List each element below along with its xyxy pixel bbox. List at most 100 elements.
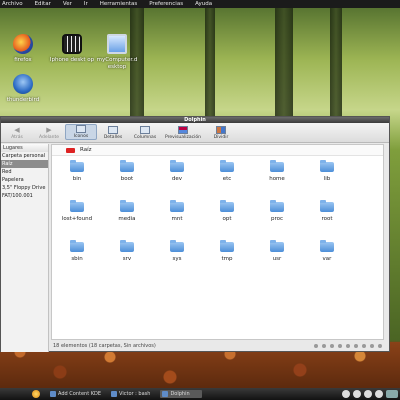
folder-label: sbin [71, 256, 83, 262]
folder-item[interactable]: etc [207, 160, 247, 182]
folder-item[interactable]: srv [107, 240, 147, 262]
forward-arrow-icon: ▶ [46, 126, 52, 134]
tray-icon[interactable] [353, 390, 361, 398]
folder-item[interactable]: sys [157, 240, 197, 262]
breadcrumb-root[interactable]: Raíz [80, 147, 92, 153]
task-add-content[interactable]: Add Content KDE [50, 391, 101, 397]
folder-label: mnt [171, 216, 183, 222]
folder-item[interactable]: root [307, 200, 347, 222]
folder-icon [320, 160, 334, 172]
breadcrumb[interactable]: Raíz [52, 145, 383, 156]
folder-item[interactable]: usr [257, 240, 297, 262]
kde-menu-icon[interactable] [32, 390, 40, 398]
folder-item[interactable]: tmp [207, 240, 247, 262]
firefox-icon [13, 34, 33, 54]
split-label: Dividir [213, 135, 229, 140]
folder-label: etc [222, 176, 232, 182]
place-fat-volume[interactable]: FAT/100.001 [1, 192, 48, 200]
dolphin-icon [162, 391, 169, 397]
file-view[interactable]: Raíz bin boot dev etc home lib lost+found media… [51, 144, 384, 340]
split-icon [216, 126, 226, 134]
task-label: Dolphin [170, 391, 190, 397]
folder-label: root [321, 216, 333, 222]
zoom-step [346, 344, 350, 348]
icons-view-icon [76, 125, 86, 133]
folder-label: tmp [221, 256, 233, 262]
folder-label: lost+found [61, 216, 93, 222]
desktop-icon-mycomputer[interactable]: myComputer.d esktop [94, 34, 140, 70]
folder-icon [170, 240, 184, 252]
menu-ayuda[interactable]: Ayuda [195, 1, 212, 7]
folder-item[interactable]: dev [157, 160, 197, 182]
columns-view-label: Columnas [133, 135, 157, 140]
tray-icon[interactable] [364, 390, 372, 398]
menu-archivo[interactable]: Archivo [2, 1, 23, 7]
folder-item[interactable]: mnt [157, 200, 197, 222]
place-trash[interactable]: Papelera [1, 176, 48, 184]
zoom-step [314, 344, 318, 348]
task-label: Add Content KDE [58, 391, 102, 397]
details-view-button[interactable]: Detalles [97, 126, 129, 140]
clock-icon[interactable] [386, 390, 398, 398]
folder-icon [70, 160, 84, 172]
menu-preferencias[interactable]: Preferencias [149, 1, 183, 7]
thunderbird-icon [13, 74, 33, 94]
folder-item[interactable]: proc [257, 200, 297, 222]
folder-item[interactable]: opt [207, 200, 247, 222]
place-home[interactable]: Carpeta personal [1, 152, 48, 160]
folder-item[interactable]: sbin [57, 240, 97, 262]
desktop-icon-label: firefox [14, 57, 32, 63]
forward-button[interactable]: ▶ Adelante [33, 126, 65, 140]
split-button[interactable]: Dividir [205, 126, 237, 140]
window-icon [50, 391, 56, 397]
desktop-icon-label: thunderbird [6, 97, 40, 103]
folder-item[interactable]: home [257, 160, 297, 182]
folder-item[interactable]: bin [57, 160, 97, 182]
folder-item[interactable]: var [307, 240, 347, 262]
task-dolphin[interactable]: Dolphin [160, 390, 202, 398]
menu-ver[interactable]: Ver [63, 1, 72, 7]
menu-ir[interactable]: Ir [84, 1, 88, 7]
places-header: Lugares [1, 144, 48, 152]
desktop-icon-iphone[interactable]: Iphone deskt op [49, 34, 95, 64]
zoom-step [362, 344, 366, 348]
preview-icon [178, 126, 188, 134]
menu-bar: Archivo Editar Ver Ir Herramientas Prefe… [0, 0, 400, 8]
place-root[interactable]: Raíz [1, 160, 48, 168]
preview-button[interactable]: Previsualización [161, 126, 205, 140]
desktop-icon-firefox[interactable]: firefox [0, 34, 46, 64]
folder-icon [320, 200, 334, 212]
folder-icon [270, 240, 284, 252]
task-konsole[interactable]: Victor : bash [111, 391, 150, 397]
place-floppy[interactable]: 3,5" Floppy Drive [1, 184, 48, 192]
back-arrow-icon: ◀ [14, 126, 20, 134]
back-button[interactable]: ◀ Atrás [1, 126, 33, 140]
folder-item[interactable]: lost+found [57, 200, 97, 222]
system-tray [339, 390, 398, 398]
taskbar: Add Content KDE Victor : bash Dolphin [0, 388, 400, 400]
place-network[interactable]: Red [1, 168, 48, 176]
zoom-step [338, 344, 342, 348]
menu-herramientas[interactable]: Herramientas [100, 1, 137, 7]
back-label: Atrás [11, 135, 23, 140]
folder-icon [70, 200, 84, 212]
zoom-step [322, 344, 326, 348]
columns-view-button[interactable]: Columnas [129, 126, 161, 140]
zoom-slider[interactable] [310, 344, 382, 348]
icons-view-button[interactable]: Iconos [65, 124, 97, 140]
folder-item[interactable]: media [107, 200, 147, 222]
menu-editar[interactable]: Editar [35, 1, 51, 7]
folder-item[interactable]: boot [107, 160, 147, 182]
folder-icon [270, 200, 284, 212]
folder-icon [120, 240, 134, 252]
desktop-icon-thunderbird[interactable]: thunderbird [0, 74, 46, 104]
tray-icon[interactable] [342, 390, 350, 398]
toolbar: ◀ Atrás ▶ Adelante Iconos Detalles Colum… [1, 123, 389, 143]
folder-icon [170, 200, 184, 212]
folder-label: srv [122, 256, 132, 262]
folder-icon [70, 240, 84, 252]
folder-item[interactable]: lib [307, 160, 347, 182]
folder-icon [170, 160, 184, 172]
tray-icon[interactable] [375, 390, 383, 398]
folder-label: home [269, 176, 285, 182]
